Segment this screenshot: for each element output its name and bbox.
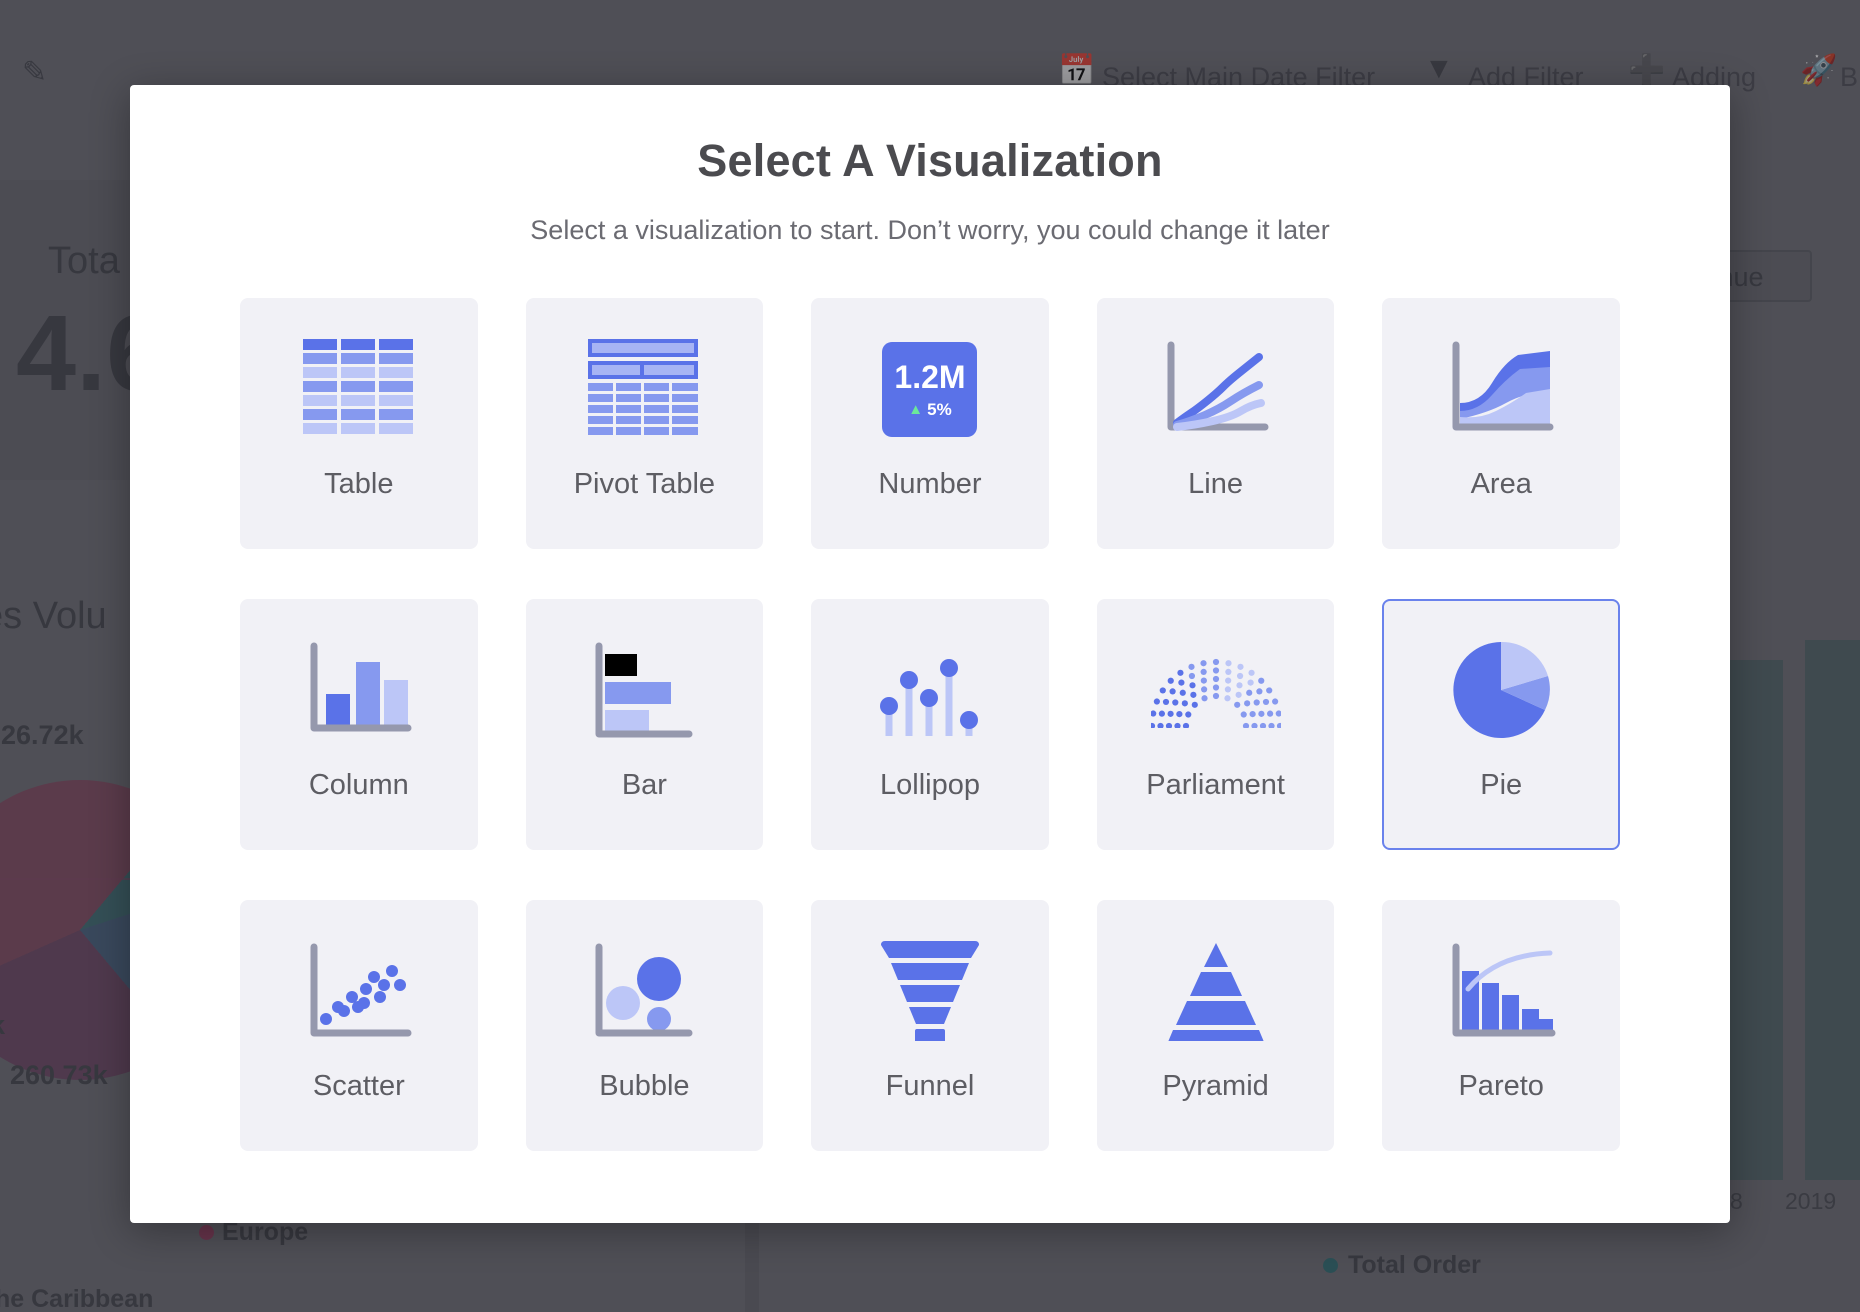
viz-card-line[interactable]: Line <box>1097 298 1335 549</box>
area-chart-icon <box>1384 314 1618 464</box>
viz-card-bubble[interactable]: Bubble <box>526 900 764 1151</box>
modal-subtitle: Select a visualization to start. Don’t w… <box>130 215 1730 246</box>
viz-card-label: Funnel <box>886 1070 975 1103</box>
viz-card-pareto[interactable]: Pareto <box>1382 900 1620 1151</box>
funnel-icon <box>813 916 1047 1066</box>
viz-card-label: Table <box>324 468 393 501</box>
viz-card-label: Lollipop <box>880 769 980 802</box>
line-chart-icon <box>1099 314 1333 464</box>
viz-card-label: Pie <box>1480 769 1522 802</box>
viz-card-column[interactable]: Column <box>240 599 478 850</box>
lollipop-icon <box>813 615 1047 765</box>
pivot-table-icon <box>528 314 762 464</box>
pareto-icon <box>1384 916 1618 1066</box>
viz-card-label: Pyramid <box>1162 1070 1268 1103</box>
viz-card-lollipop[interactable]: Lollipop <box>811 599 1049 850</box>
parliament-icon <box>1099 615 1333 765</box>
viz-card-area[interactable]: Area <box>1382 298 1620 549</box>
number-icon-value: 1.2M <box>894 361 965 393</box>
viz-card-label: Bubble <box>599 1070 689 1103</box>
viz-card-parliament[interactable]: Parliament <box>1097 599 1335 850</box>
viz-card-table[interactable]: Table <box>240 298 478 549</box>
viz-card-label: Scatter <box>313 1070 405 1103</box>
pie-chart-icon <box>1384 615 1618 765</box>
bubble-icon <box>528 916 762 1066</box>
select-visualization-modal: Select A Visualization Select a visualiz… <box>130 85 1730 1223</box>
viz-card-label: Area <box>1471 468 1532 501</box>
viz-card-label: Pareto <box>1458 1070 1543 1103</box>
number-icon-delta: 5% <box>927 401 952 418</box>
viz-card-funnel[interactable]: Funnel <box>811 900 1049 1151</box>
viz-card-label: Column <box>309 769 409 802</box>
bar-chart-icon <box>528 615 762 765</box>
viz-card-scatter[interactable]: Scatter <box>240 900 478 1151</box>
viz-card-label: Pivot Table <box>574 468 715 501</box>
viz-card-pie[interactable]: Pie <box>1382 599 1620 850</box>
table-icon <box>242 314 476 464</box>
number-icon: 1.2M ▲ 5% <box>813 314 1047 464</box>
viz-card-label: Parliament <box>1146 769 1285 802</box>
trend-up-icon: ▲ <box>908 402 923 417</box>
scatter-icon <box>242 916 476 1066</box>
column-chart-icon <box>242 615 476 765</box>
viz-card-bar[interactable]: Bar <box>526 599 764 850</box>
viz-card-pyramid[interactable]: Pyramid <box>1097 900 1335 1151</box>
modal-title: Select A Visualization <box>130 135 1730 187</box>
viz-card-pivot-table[interactable]: Pivot Table <box>526 298 764 549</box>
viz-card-label: Bar <box>622 769 667 802</box>
viz-card-label: Line <box>1188 468 1243 501</box>
visualization-grid: Table <box>240 298 1620 1151</box>
viz-card-number[interactable]: 1.2M ▲ 5% Number <box>811 298 1049 549</box>
viz-card-label: Number <box>878 468 981 501</box>
pyramid-icon <box>1099 916 1333 1066</box>
